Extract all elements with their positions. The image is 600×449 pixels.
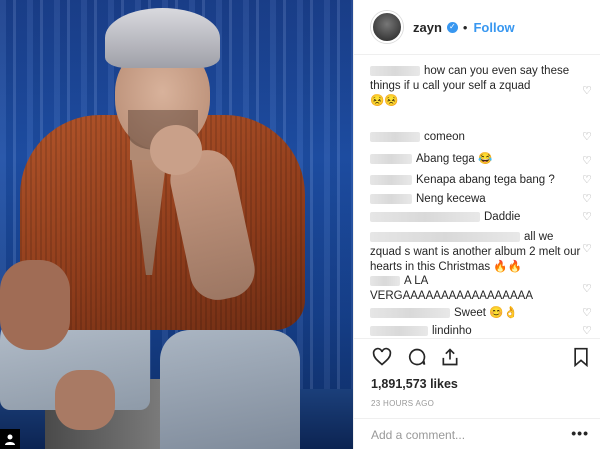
follow-button[interactable]: Follow bbox=[473, 20, 514, 35]
post-sidebar: zayn ✓ • Follow how can you even say the… bbox=[353, 0, 600, 449]
heart-icon[interactable]: ♡ bbox=[582, 308, 593, 319]
header-separator: • bbox=[462, 19, 468, 35]
comment-text: lindinho bbox=[432, 325, 472, 337]
comment-text: Daddie bbox=[484, 211, 521, 223]
avatar[interactable] bbox=[371, 11, 403, 43]
comment-emoji: 😂 bbox=[478, 153, 493, 165]
comment-item: how can you even say these things if u c… bbox=[370, 64, 585, 109]
post-header: zayn ✓ • Follow bbox=[354, 0, 600, 55]
blurred-username bbox=[370, 307, 450, 318]
more-options-button[interactable]: ••• bbox=[571, 425, 589, 441]
blurred-username bbox=[370, 231, 520, 242]
blurred-username bbox=[370, 211, 480, 222]
comment-item: A LA VERGAAAAAAAAAAAAAAAAA bbox=[370, 274, 585, 304]
comment-item: Sweet 😊👌 bbox=[370, 306, 585, 321]
blurred-username bbox=[370, 174, 412, 185]
heart-icon[interactable]: ♡ bbox=[582, 194, 593, 205]
heart-icon[interactable]: ♡ bbox=[582, 156, 593, 167]
blurred-username bbox=[370, 65, 420, 76]
heart-icon[interactable]: ♡ bbox=[582, 326, 593, 337]
heart-icon[interactable]: ♡ bbox=[582, 212, 593, 223]
heart-icon[interactable]: ♡ bbox=[582, 175, 593, 186]
bookmark-icon[interactable] bbox=[570, 347, 592, 369]
comment-item: Kenapa abang tega bang ? bbox=[370, 173, 585, 188]
blurred-username bbox=[370, 193, 412, 204]
heart-icon[interactable]: ♡ bbox=[582, 132, 593, 143]
photo-hair bbox=[105, 8, 220, 68]
blurred-username bbox=[370, 131, 420, 142]
comment-emoji: 🔥🔥 bbox=[493, 261, 522, 273]
comment-item: Abang tega 😂 bbox=[370, 152, 585, 167]
comment-text: Sweet bbox=[454, 307, 486, 319]
username-link[interactable]: zayn bbox=[413, 20, 442, 35]
comment-text: Kenapa abang tega bang ? bbox=[416, 174, 555, 186]
comment-item: Daddie bbox=[370, 210, 585, 225]
post-timestamp[interactable]: 23 HOURS AGO bbox=[371, 399, 434, 408]
add-comment-bar: ••• bbox=[354, 418, 600, 449]
verified-check-icon: ✓ bbox=[446, 21, 458, 33]
comment-item: all we zquad s want is another album 2 m… bbox=[370, 230, 585, 275]
comment-icon[interactable] bbox=[406, 347, 428, 369]
comment-text: Neng kecewa bbox=[416, 193, 486, 205]
heart-icon[interactable]: ♡ bbox=[582, 86, 593, 97]
post-photo[interactable] bbox=[0, 0, 353, 449]
comment-text: Abang tega bbox=[416, 153, 475, 165]
heart-icon[interactable] bbox=[371, 347, 393, 369]
user-tag-icon[interactable] bbox=[0, 429, 20, 449]
blurred-username bbox=[370, 153, 412, 164]
photo-hand bbox=[150, 125, 202, 175]
share-icon[interactable] bbox=[439, 347, 461, 369]
blurred-username bbox=[370, 275, 400, 286]
comment-text: comeon bbox=[424, 131, 465, 143]
comment-emoji: 😊👌 bbox=[489, 307, 518, 319]
comment-input[interactable] bbox=[371, 426, 551, 444]
photo-left-arm bbox=[0, 260, 70, 350]
comment-item: comeon bbox=[370, 130, 585, 145]
comment-emoji: 😣😣 bbox=[370, 95, 399, 107]
heart-icon[interactable]: ♡ bbox=[582, 244, 593, 255]
heart-icon[interactable]: ♡ bbox=[582, 284, 593, 295]
photo-jeans-right bbox=[160, 330, 300, 449]
blurred-username bbox=[370, 325, 428, 336]
comment-item: lindinho bbox=[370, 324, 585, 339]
like-count[interactable]: 1,891,573 likes bbox=[371, 377, 458, 391]
comment-item: Neng kecewa bbox=[370, 192, 585, 207]
photo-knee-hand bbox=[55, 370, 115, 430]
comment-list: how can you even say these things if u c… bbox=[354, 60, 600, 340]
